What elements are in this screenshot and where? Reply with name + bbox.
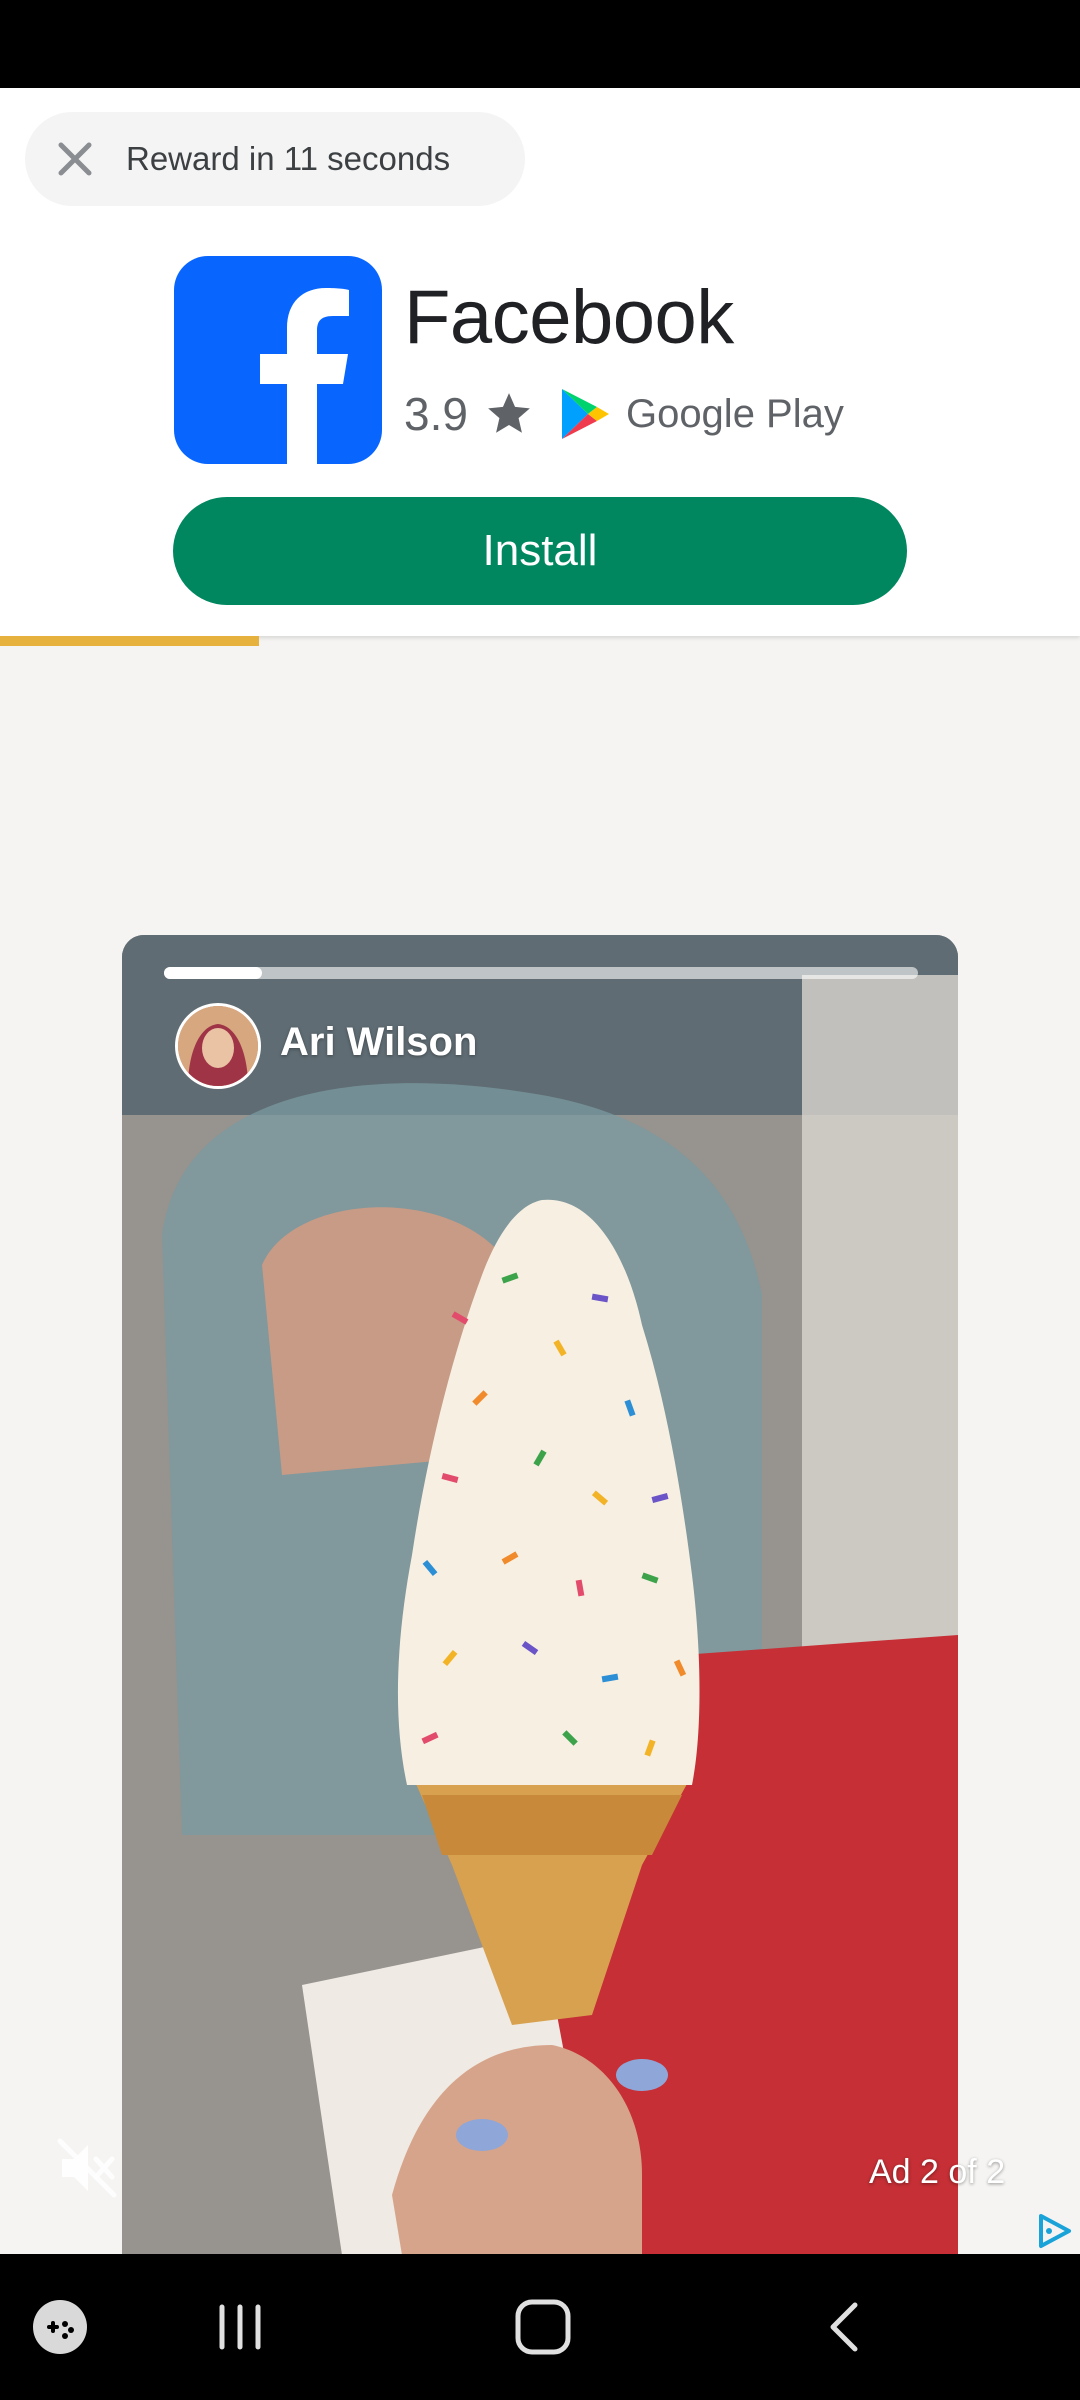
story-progress-bar [164,967,918,979]
game-launcher-icon [33,2300,87,2354]
game-launcher-button[interactable] [0,2254,120,2400]
ad-header: Reward in 11 seconds Facebook 3.9 Google… [0,88,1080,636]
back-icon [830,2302,858,2352]
avatar [175,1003,261,1089]
reward-progress-fill [0,636,260,646]
back-button[interactable] [785,2254,905,2400]
star-icon [488,393,530,433]
ad-counter: Ad 2 of 2 [869,2153,1006,2191]
home-button[interactable] [483,2254,603,2400]
status-bar [0,0,1080,88]
rating-value: 3.9 [404,388,468,440]
install-button[interactable]: Install [173,497,907,605]
adchoices-icon[interactable] [1035,2212,1073,2250]
close-button[interactable] [45,129,105,189]
app-name: Facebook [404,275,734,360]
facebook-logo-icon[interactable] [174,256,382,464]
recent-apps-button[interactable] [180,2254,300,2400]
author-name: Ari Wilson [280,1020,478,1064]
mute-icon[interactable] [52,2133,122,2203]
story-progress-fill [164,967,263,979]
rating-row: 3.9 Google Play [404,384,844,444]
navigation-bar [0,2254,1080,2400]
ad-video[interactable]: Ari Wilson [122,935,958,2255]
video-frame-illustration [122,935,958,2255]
google-play-icon [561,389,609,439]
reward-progress-bar [0,636,1080,646]
reward-countdown: Reward in 11 seconds [126,140,451,177]
reward-pill: Reward in 11 seconds [25,112,525,206]
store-name: Google Play [625,391,844,436]
close-icon [58,142,92,176]
home-icon [515,2299,571,2355]
recent-apps-icon [219,2304,261,2350]
